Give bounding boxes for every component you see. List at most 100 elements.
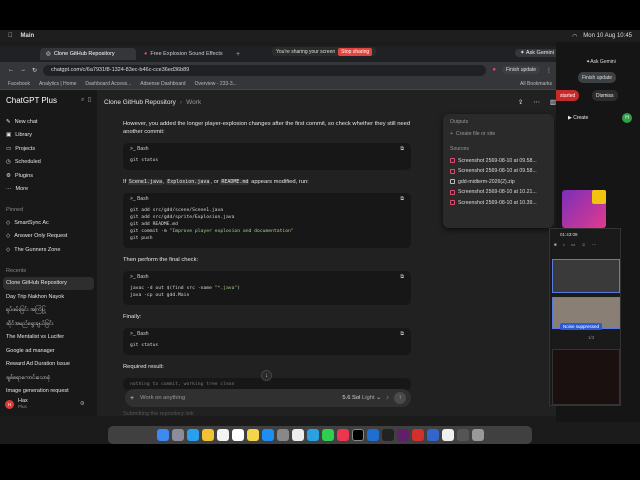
menubar-clock[interactable]: Mon 10 Aug 10:45 xyxy=(583,33,632,39)
chrome-icon[interactable] xyxy=(201,429,214,441)
forward-icon[interactable]: → xyxy=(20,67,26,73)
reload-icon[interactable]: ↻ xyxy=(32,67,37,74)
model-selector[interactable]: 5.6 Sol Light ⌄ xyxy=(342,395,381,401)
bookmark-overview[interactable]: Overview - 233-3... xyxy=(195,81,237,87)
back-icon[interactable]: ← xyxy=(8,67,14,73)
app-icon-grid[interactable] xyxy=(456,429,469,441)
avatar-green[interactable]: H xyxy=(622,113,632,123)
more-options-icon[interactable]: ⋯ xyxy=(533,98,540,106)
user-menu[interactable]: H Hax Plus ⚙ xyxy=(5,398,85,410)
settings-icon[interactable] xyxy=(276,429,289,441)
apple-icon[interactable]:  xyxy=(8,33,13,39)
pinned-item[interactable]: ◇ Answer Only Request xyxy=(6,230,91,244)
bookmark-analytics[interactable]: Analytics | Home xyxy=(39,81,76,87)
messages-icon[interactable] xyxy=(321,429,334,441)
finish-update-button[interactable]: Finish update xyxy=(501,66,540,74)
profile-icon[interactable]: ● xyxy=(492,67,496,73)
sidebar-item-more[interactable]: ⋯ More xyxy=(6,183,91,197)
scroll-down-button[interactable]: ↓ xyxy=(261,370,272,381)
chatgpt-icon[interactable] xyxy=(351,429,364,441)
calendar-icon[interactable] xyxy=(231,429,244,441)
safari-icon[interactable] xyxy=(186,429,199,441)
trash-icon[interactable] xyxy=(471,429,484,441)
new-tab-icon[interactable]: + xyxy=(236,51,240,58)
settings-icon[interactable]: ⚙ xyxy=(80,401,85,407)
app-store-icon[interactable] xyxy=(261,429,274,441)
recent-chat[interactable]: Image generation request xyxy=(6,385,91,399)
stop-sharing-button[interactable]: Stop sharing xyxy=(338,47,373,56)
app-icon-blue[interactable] xyxy=(426,429,439,441)
recent-chat[interactable]: Clone GitHub Repository xyxy=(3,276,94,290)
add-attachment-icon[interactable]: + xyxy=(130,395,134,402)
sidebar-item-plugins[interactable]: ⚙ Plugins xyxy=(6,169,91,183)
tab-clone-github[interactable]: ◎ Clone GitHub Repository xyxy=(40,48,136,60)
recent-chat[interactable]: The Mentalist vs Lucifer xyxy=(6,331,91,345)
recent-chat[interactable]: ဆိုင်အမည်ရွေးချယ်ခြင်း xyxy=(6,317,91,331)
menubar-app-name[interactable]: Main xyxy=(21,33,35,39)
sidebar-title[interactable]: ChatGPT Plus xyxy=(6,96,57,105)
screen-icon[interactable]: ▭ xyxy=(571,242,575,248)
participant-tile-screen[interactable] xyxy=(552,259,620,293)
sidebar-toggle-icon[interactable]: ▯ xyxy=(88,97,91,103)
menu-dots-icon[interactable]: ⋮ xyxy=(546,67,552,74)
photos-icon[interactable] xyxy=(216,429,229,441)
ask-gemini-button[interactable]: ✦ Ask Gemini xyxy=(515,49,559,57)
vscode-icon[interactable] xyxy=(366,429,379,441)
launchpad-icon[interactable] xyxy=(171,429,184,441)
sidebar-item-library[interactable]: ▣ Library xyxy=(6,129,91,143)
all-bookmarks[interactable]: All Bookmarks xyxy=(520,81,552,87)
thumbnail-yellow[interactable] xyxy=(592,190,606,204)
share-icon[interactable]: ⇪ xyxy=(518,98,523,106)
composer[interactable]: + Work on anything 5.6 Sol Light ⌄ ♪ ↑ xyxy=(125,389,411,407)
send-button[interactable]: ↑ xyxy=(394,392,406,404)
source-file[interactable]: Screenshot 2569-08-10 at 10.21... xyxy=(450,187,547,198)
people-icon[interactable]: ☺ xyxy=(581,242,586,248)
create-button[interactable]: ▶ Create xyxy=(564,112,592,123)
finish-update-bg[interactable]: Finish update xyxy=(578,72,617,83)
copy-icon[interactable]: ⧉ xyxy=(400,196,404,203)
tab-explosion-sounds[interactable]: ● Free Explosion Sound Effects xyxy=(138,48,234,60)
finder-icon[interactable] xyxy=(156,429,169,441)
sidebar-item-new-chat[interactable]: ✎ New chat xyxy=(6,115,91,129)
recent-chat[interactable]: Day Trip Nakhon Nayok xyxy=(6,290,91,304)
source-file[interactable]: Screenshot 2569-08-10 at 09.58... xyxy=(450,166,547,177)
pinned-item[interactable]: ◇ SmartSync Ac xyxy=(6,216,91,230)
create-file-button[interactable]: + Create file or site xyxy=(450,129,547,140)
wifi-icon[interactable]: ◠ xyxy=(572,33,577,40)
terminal-icon[interactable] xyxy=(381,429,394,441)
reminders-icon[interactable] xyxy=(291,429,304,441)
breadcrumb-workspace[interactable]: Work xyxy=(186,99,201,106)
ask-gemini-button-bg[interactable]: ✦ Ask Gemini xyxy=(582,56,620,67)
pinned-item[interactable]: ◇ The Gunners Zone xyxy=(6,243,91,257)
notes-icon[interactable] xyxy=(246,429,259,441)
app-icon-white[interactable] xyxy=(441,429,454,441)
copy-icon[interactable]: ⧉ xyxy=(400,274,404,281)
started-button[interactable]: started xyxy=(556,90,580,101)
bookmark-dashboard[interactable]: Dashboard Access... xyxy=(85,81,131,87)
recent-chat[interactable]: ချစ်စရာကောင်းသောစုံ xyxy=(6,371,91,385)
breadcrumb-project[interactable]: Clone GitHub Repository xyxy=(104,99,176,106)
copy-icon[interactable]: ⧉ xyxy=(400,146,404,153)
slack-icon[interactable] xyxy=(396,429,409,441)
app-icon-red[interactable] xyxy=(411,429,424,441)
recent-chat[interactable]: ရုပ်ဖမ်းခြင်း အကြံပြု xyxy=(6,304,91,318)
music-icon[interactable] xyxy=(336,429,349,441)
bookmark-facebook[interactable]: Facebook xyxy=(8,81,30,87)
camera-icon[interactable]: ■ xyxy=(554,242,557,248)
sidebar-item-projects[interactable]: ▭ Projects xyxy=(6,142,91,156)
microphone-icon[interactable]: ♪ xyxy=(386,395,389,401)
search-icon[interactable]: ⌕ xyxy=(81,97,84,103)
bookmark-adsense[interactable]: Adsense Dashboard xyxy=(140,81,185,87)
dismiss-button[interactable]: Dismiss xyxy=(592,90,618,101)
source-file[interactable]: gdd-midterm-2026(2).zip xyxy=(450,177,547,188)
recent-chat[interactable]: Google ad manager xyxy=(6,344,91,358)
source-file[interactable]: Screenshot 2569-08-10 at 10.39... xyxy=(450,198,547,209)
composer-placeholder[interactable]: Work on anything xyxy=(140,395,185,401)
copy-icon[interactable]: ⧉ xyxy=(400,331,404,338)
participant-tile-dark[interactable] xyxy=(552,349,620,405)
telegram-icon[interactable] xyxy=(306,429,319,441)
recent-chat[interactable]: Reward Ad Duration Issue xyxy=(6,358,91,372)
source-file[interactable]: Screenshot 2569-08-10 at 09.58... xyxy=(450,156,547,167)
more-icon[interactable]: ⋯ xyxy=(592,242,597,248)
mic-icon[interactable]: ♪ xyxy=(563,242,565,248)
